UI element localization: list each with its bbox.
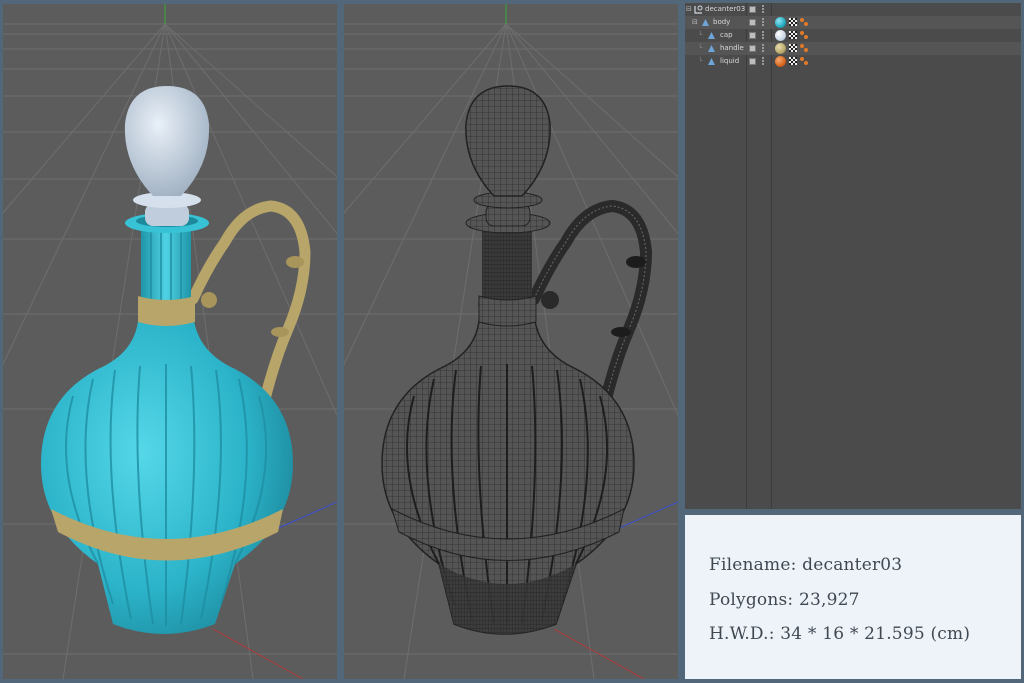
visibility-icon[interactable] bbox=[749, 45, 756, 52]
polygon-object-icon bbox=[708, 32, 715, 39]
info-panel: Filename: decanter03 Polygons: 23,927 H.… bbox=[685, 515, 1021, 679]
object-row-cap[interactable]: └ cap bbox=[685, 29, 1021, 42]
material-icon[interactable] bbox=[775, 30, 786, 41]
visibility-icon[interactable] bbox=[749, 58, 756, 65]
render-dots-icon[interactable] bbox=[762, 18, 764, 26]
phong-tag-icon[interactable] bbox=[799, 56, 809, 66]
polygon-object-icon bbox=[708, 58, 715, 65]
material-icon[interactable] bbox=[775, 56, 786, 67]
texture-tag-icon[interactable] bbox=[789, 18, 797, 26]
neck-band bbox=[138, 296, 195, 326]
texture-tag-icon[interactable] bbox=[789, 57, 797, 65]
filename-text: Filename: decanter03 bbox=[709, 555, 903, 575]
visibility-icon[interactable] bbox=[749, 19, 756, 26]
phong-tag-icon[interactable] bbox=[799, 43, 809, 53]
dimensions-text: H.W.D.: 34 * 16 * 21.595 (cm) bbox=[709, 624, 971, 644]
object-name: decanter03 bbox=[705, 5, 746, 13]
neck bbox=[141, 224, 191, 309]
tree-line-icon: └ bbox=[698, 31, 703, 39]
texture-tag-icon[interactable] bbox=[789, 31, 797, 39]
render-dots-icon[interactable] bbox=[762, 5, 764, 13]
polygons-text: Polygons: 23,927 bbox=[709, 590, 860, 610]
phong-tag-icon[interactable] bbox=[799, 30, 809, 40]
object-manager: ⊟ decanter03 ⊟ body └ cap └ handle └ liq… bbox=[685, 3, 1021, 509]
object-name: cap bbox=[720, 31, 733, 39]
material-icon[interactable] bbox=[775, 17, 786, 28]
null-object-icon bbox=[694, 5, 703, 14]
object-name: handle bbox=[720, 44, 744, 52]
material-icon[interactable] bbox=[775, 43, 786, 54]
render-dots-icon[interactable] bbox=[762, 57, 764, 65]
column-divider bbox=[746, 3, 747, 509]
visibility-icon[interactable] bbox=[749, 6, 756, 13]
render-dots-icon[interactable] bbox=[762, 31, 764, 39]
object-name: liquid bbox=[720, 57, 740, 65]
viewport-wireframe[interactable] bbox=[344, 4, 678, 679]
polygon-object-icon bbox=[708, 45, 715, 52]
polygon-object-icon bbox=[702, 19, 709, 26]
object-row-liquid[interactable]: └ liquid bbox=[685, 55, 1021, 68]
tree-line-icon: └ bbox=[698, 57, 703, 65]
object-row-body[interactable]: ⊟ body bbox=[685, 16, 1021, 29]
column-divider bbox=[771, 3, 772, 509]
expand-icon[interactable]: ⊟ bbox=[692, 18, 698, 26]
shaded-render bbox=[3, 4, 337, 679]
texture-tag-icon[interactable] bbox=[789, 44, 797, 52]
object-name: body bbox=[713, 18, 731, 26]
phong-tag-icon[interactable] bbox=[799, 17, 809, 27]
tree-line-icon: └ bbox=[698, 44, 703, 52]
wireframe-render bbox=[344, 4, 678, 679]
render-dots-icon[interactable] bbox=[762, 44, 764, 52]
object-row-handle[interactable]: └ handle bbox=[685, 42, 1021, 55]
viewport-shaded[interactable] bbox=[3, 4, 337, 679]
expand-icon[interactable]: ⊟ bbox=[686, 5, 692, 13]
object-row-decanter03[interactable]: ⊟ decanter03 bbox=[685, 3, 1021, 16]
visibility-icon[interactable] bbox=[749, 32, 756, 39]
